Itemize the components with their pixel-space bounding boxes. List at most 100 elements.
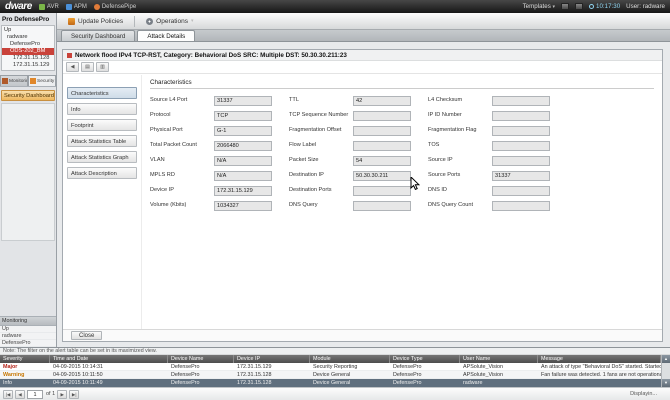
col-device-type[interactable]: Device Type xyxy=(390,355,460,363)
field-fragmentation-offset: Fragmentation Offset xyxy=(289,126,416,137)
app-apm[interactable]: APM xyxy=(66,4,87,10)
col-time-date[interactable]: Time and Date xyxy=(50,355,168,363)
attack-toolbar: ◀ ▤ ▥ xyxy=(63,61,662,74)
col-device-name[interactable]: Device Name xyxy=(168,355,234,363)
refresh-icon[interactable] xyxy=(575,3,583,10)
sidebar: Pro DefensePro Up radware DefensePro ODS… xyxy=(0,13,57,347)
alerts-section: Note: The filter on the alert table can … xyxy=(0,347,670,400)
tab-security-dashboard[interactable]: Security Dashboard xyxy=(61,30,135,41)
field-value: 42 xyxy=(353,96,411,106)
security-monitoring-icon xyxy=(30,78,36,84)
attack-nav-characteristics[interactable]: Characteristics xyxy=(67,87,137,99)
window-icon[interactable] xyxy=(561,3,569,10)
tree-item[interactable]: radware xyxy=(2,34,54,41)
cell-message xyxy=(538,379,661,387)
field-ip-id-number: IP ID Number xyxy=(428,111,555,122)
alerts-scrollbar[interactable]: ▲ ▼ xyxy=(661,355,670,387)
attack-nav-description[interactable]: Attack Description xyxy=(67,167,137,179)
field-value xyxy=(492,111,550,121)
cell-user-name: APSolute_Vision xyxy=(460,363,538,370)
field-value xyxy=(492,141,550,151)
field-value xyxy=(353,126,411,136)
field-tos: TOS xyxy=(428,141,555,152)
scroll-up-icon[interactable]: ▲ xyxy=(662,355,670,363)
col-user-name[interactable]: User Name xyxy=(460,355,538,363)
app-avr[interactable]: AVR xyxy=(39,4,59,10)
field-value: N/A xyxy=(214,156,272,166)
cell-message: Fan failure was detected. 1 fans are not… xyxy=(538,371,661,378)
tree-item[interactable]: 172.31.15.129 xyxy=(2,62,54,69)
update-policies-button[interactable]: Update Policies xyxy=(63,16,128,27)
alerts-note: Note: The filter on the alert table can … xyxy=(0,348,670,355)
attack-title: Network flood IPv4 TCP-RST, Category: Be… xyxy=(75,50,347,61)
field-ttl: TTL 42 xyxy=(289,96,416,107)
operations-button[interactable]: Operations ▾ xyxy=(141,16,198,27)
field-value xyxy=(353,201,411,211)
alert-row[interactable]: Major 04-09-2015 10:14:31 DefensePro 172… xyxy=(0,363,661,371)
last-page-button[interactable]: ▶| xyxy=(69,390,79,399)
cell-device-type: DefensePro xyxy=(390,363,460,370)
cell-user-name: APSolute_Vision xyxy=(460,371,538,378)
characteristics-form: Characteristics Source L4 Port 31337 Pro… xyxy=(141,75,662,329)
clock-time: 10:17:30 xyxy=(596,3,620,10)
export-icon[interactable]: ▥ xyxy=(96,62,109,72)
next-page-button[interactable]: ▶ xyxy=(57,390,67,399)
app-label: DefensePipe xyxy=(102,4,136,10)
attack-details-panel: Network flood IPv4 TCP-RST, Category: Be… xyxy=(62,49,663,342)
field-mpls-rd: MPLS RD N/A xyxy=(150,171,277,182)
prev-page-button[interactable]: ◀ xyxy=(15,390,25,399)
defensepipe-icon xyxy=(94,4,100,10)
scroll-down-icon[interactable]: ▼ xyxy=(662,379,670,387)
field-label: Total Packet Count xyxy=(150,141,210,148)
alert-row-selected[interactable]: Info 04-09-2015 10:11:49 DefensePro 172.… xyxy=(0,379,661,387)
app-defensepipe[interactable]: DefensePipe xyxy=(94,4,136,10)
page-input[interactable]: 1 xyxy=(27,390,43,399)
cell-device-name: DefensePro xyxy=(168,379,234,387)
field-value: 2066480 xyxy=(214,141,272,151)
col-severity[interactable]: Severity xyxy=(0,355,50,363)
field-label: IP ID Number xyxy=(428,111,488,118)
user-label: User: radware xyxy=(626,3,665,10)
col-module[interactable]: Module xyxy=(310,355,390,363)
sidebar-item-security-dashboard[interactable]: Security Dashboard xyxy=(1,90,55,101)
tab-attack-details[interactable]: Attack Details xyxy=(137,30,195,41)
first-page-button[interactable]: |◀ xyxy=(3,390,13,399)
attack-nav-statistics-graph[interactable]: Attack Statistics Graph xyxy=(67,151,137,163)
field-volume-kbits: Volume (Kbits) 1034327 xyxy=(150,201,277,212)
tab-security-monitoring[interactable]: Security Monito... xyxy=(28,75,56,86)
back-icon[interactable]: ◀ xyxy=(66,62,79,72)
sidebar-list xyxy=(1,103,55,241)
field-label: Volume (Kbits) xyxy=(150,201,210,208)
field-value xyxy=(492,126,550,136)
attack-nav-footprint[interactable]: Footprint xyxy=(67,119,137,131)
attack-nav-info[interactable]: Info xyxy=(67,103,137,115)
close-button[interactable]: Close xyxy=(71,331,102,340)
templates-menu[interactable]: Templates ▾ xyxy=(523,3,555,10)
cell-module: Security Reporting xyxy=(310,363,390,370)
field-source-l4-port: Source L4 Port 31337 xyxy=(150,96,277,107)
cell-device-type: DefensePro xyxy=(390,371,460,378)
tree-item-alerted[interactable]: ODS-202_BM xyxy=(2,48,54,55)
cell-time-date: 04-09-2015 10:11:49 xyxy=(50,379,168,387)
form-column-2: TTL 42 TCP Sequence Number Fragmentation… xyxy=(289,96,416,212)
col-message[interactable]: Message xyxy=(538,355,661,363)
cell-module: Device General xyxy=(310,371,390,378)
attack-nav-statistics-table[interactable]: Attack Statistics Table xyxy=(67,135,137,147)
attack-content: Characteristics Info Footprint Attack St… xyxy=(63,75,662,329)
alert-row[interactable]: Warning 04-09-2015 10:11:50 DefensePro 1… xyxy=(0,371,661,379)
apm-icon xyxy=(66,4,72,10)
field-label: Protocol xyxy=(150,111,210,118)
status-pane-header[interactable]: Monitoring xyxy=(0,317,56,326)
cell-severity: Info xyxy=(0,379,50,387)
field-value: 54 xyxy=(353,156,411,166)
tab-monitoring[interactable]: Monitoring xyxy=(0,75,28,86)
tree-item[interactable]: DefensePro xyxy=(2,41,54,48)
col-device-ip[interactable]: Device IP xyxy=(234,355,310,363)
cell-device-ip: 172.31.15.128 xyxy=(234,379,310,387)
field-value: TCP xyxy=(214,111,272,121)
tree-item[interactable]: 172.31.15.128 xyxy=(2,55,54,62)
print-icon[interactable]: ▤ xyxy=(81,62,94,72)
alerts-table-header: Severity Time and Date Device Name Devic… xyxy=(0,355,661,363)
tree-item[interactable]: Up xyxy=(2,27,54,34)
field-label: Destination Ports xyxy=(289,186,349,193)
